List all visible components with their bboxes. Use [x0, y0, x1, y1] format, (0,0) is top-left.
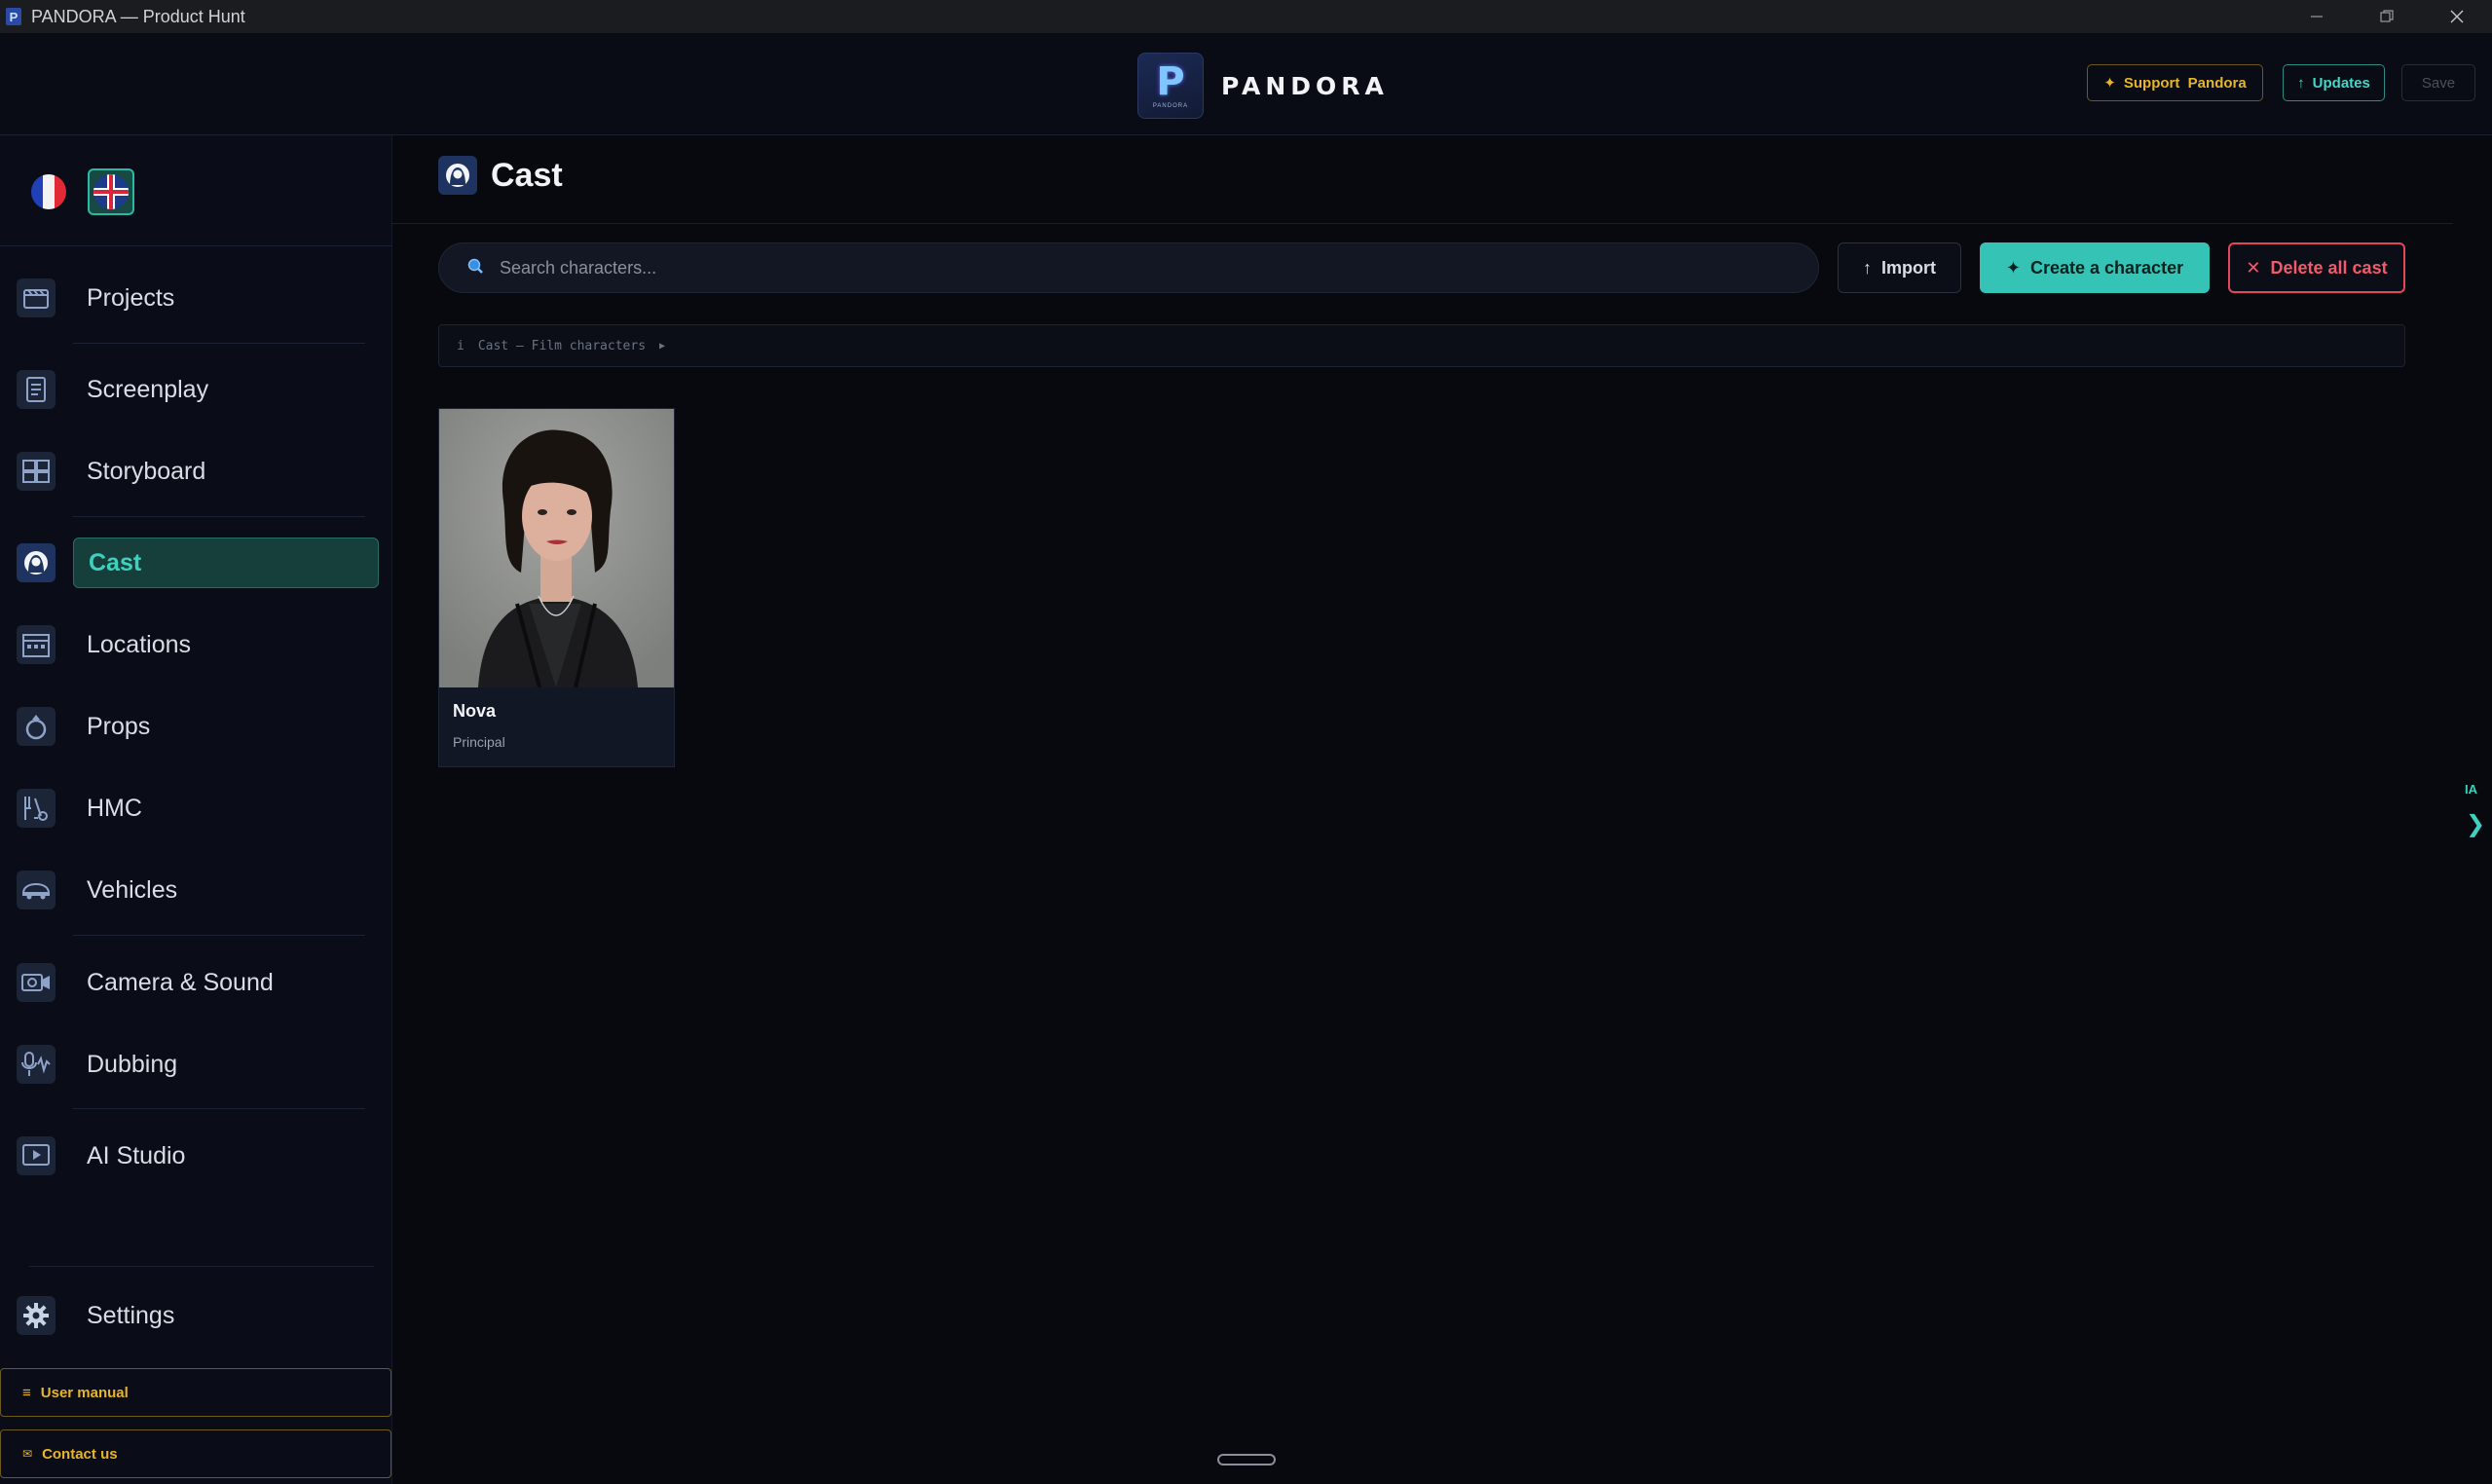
nav-divider: [73, 343, 365, 344]
arrow-up-icon: ↑: [2297, 74, 2305, 92]
sidebar-divider: [29, 1266, 374, 1267]
header-divider: [391, 223, 2453, 224]
sidebar-item-label: Dubbing: [87, 1050, 178, 1078]
contact-us-label: Contact us: [42, 1445, 118, 1463]
storyboard-icon: [17, 452, 56, 491]
info-text: Cast — Film characters: [477, 338, 647, 353]
projects-icon: [17, 278, 56, 317]
character-card[interactable]: Nova Principal: [438, 408, 675, 767]
sidebar-item-screenplay[interactable]: Screenplay: [0, 362, 391, 417]
character-role: Principal: [453, 734, 505, 750]
sidebar-item-label: Cast: [89, 548, 142, 576]
scroll-handle[interactable]: [1217, 1454, 1276, 1465]
save-button[interactable]: Save: [2401, 64, 2475, 101]
nav-divider: [73, 935, 365, 936]
sidebar-item-label: Screenplay: [87, 375, 209, 403]
contact-us-button[interactable]: ✉ Contact us: [0, 1429, 391, 1478]
ai-studio-icon: [17, 1136, 56, 1175]
window-titlebar: P PANDORA — Product Hunt: [0, 0, 2492, 33]
cast-icon: [438, 156, 477, 195]
info-banner[interactable]: i Cast — Film characters ▶: [438, 324, 2405, 367]
ai-panel-toggle-chevron-icon[interactable]: ❯: [2466, 810, 2485, 838]
nav-divider: [73, 1108, 365, 1109]
brand-name: PANDORA: [1221, 71, 1389, 100]
language-fr-button[interactable]: [25, 168, 72, 215]
sidebar-divider: [0, 245, 391, 246]
sparkle-icon: ✦: [2005, 257, 2021, 278]
sidebar-item-locations[interactable]: Locations: [0, 617, 391, 672]
gear-icon: [17, 1296, 56, 1335]
create-character-label: Create a character: [2029, 257, 2184, 278]
sidebar-item-ai-studio[interactable]: AI Studio: [0, 1129, 391, 1183]
sidebar: Projects Screenplay Storyboard Cast Loca…: [0, 135, 392, 1484]
cast-icon: [17, 543, 56, 582]
search-icon: [466, 257, 484, 279]
brand: P PANDORA PANDORA: [1137, 53, 1389, 119]
sparkle-icon: ✦: [2103, 75, 2116, 92]
ai-panel-label: IA: [2465, 782, 2477, 797]
uk-flag-icon: [93, 174, 129, 209]
pandora-logo-icon: P PANDORA: [1137, 53, 1204, 119]
page-header: Cast: [438, 156, 563, 195]
camera-sound-icon: [17, 963, 56, 1002]
sidebar-item-settings[interactable]: Settings: [0, 1288, 391, 1343]
sidebar-item-label: Vehicles: [87, 875, 178, 904]
import-label: Import: [1881, 257, 1936, 278]
sidebar-item-props[interactable]: Props: [0, 699, 391, 754]
sidebar-item-label: Props: [87, 712, 151, 740]
page-title: Cast: [491, 156, 563, 194]
delete-all-cast-button[interactable]: ✕ Delete all cast: [2228, 242, 2405, 293]
info-icon: i: [457, 338, 465, 353]
sidebar-item-label: AI Studio: [87, 1141, 186, 1169]
restore-icon[interactable]: [2353, 0, 2421, 33]
user-manual-label: User manual: [40, 1384, 129, 1401]
support-button[interactable]: ✦ Support Pandora: [2087, 64, 2263, 101]
sidebar-item-dubbing[interactable]: Dubbing: [0, 1037, 391, 1092]
nav-divider: [73, 516, 365, 517]
window-title: PANDORA — Product Hunt: [31, 6, 245, 26]
close-icon[interactable]: [2423, 0, 2491, 33]
updates-button[interactable]: ↑ Updates: [2283, 64, 2385, 101]
france-flag-icon: [31, 174, 66, 209]
sidebar-item-hmc[interactable]: HMC: [0, 781, 391, 835]
sidebar-item-label: HMC: [87, 794, 142, 822]
language-en-button[interactable]: [88, 168, 134, 215]
sidebar-item-label: Storyboard: [87, 457, 206, 485]
dubbing-icon: [17, 1045, 56, 1084]
sidebar-item-label: Camera & Sound: [87, 968, 274, 996]
delete-all-label: Delete all cast: [2270, 257, 2388, 278]
sidebar-item-storyboard[interactable]: Storyboard: [0, 444, 391, 499]
hmc-icon: [17, 789, 56, 828]
sidebar-item-camera-sound[interactable]: Camera & Sound: [0, 955, 391, 1010]
sidebar-item-projects[interactable]: Projects: [0, 271, 391, 325]
minimize-icon[interactable]: [2283, 0, 2351, 33]
user-manual-button[interactable]: ≡ User manual: [0, 1368, 391, 1417]
props-icon: [17, 707, 56, 746]
settings-label: Settings: [87, 1301, 175, 1329]
character-name: Nova: [453, 701, 497, 721]
menu-lines-icon: ≡: [22, 1384, 31, 1401]
search-input[interactable]: [498, 256, 1767, 279]
app-icon: P: [6, 8, 21, 25]
vehicles-icon: [17, 871, 56, 909]
x-icon: ✕: [2246, 257, 2261, 278]
sidebar-item-vehicles[interactable]: Vehicles: [0, 863, 391, 917]
updates-label: Updates: [2312, 74, 2370, 92]
locations-icon: [17, 625, 56, 664]
sidebar-item-label: Projects: [87, 283, 175, 312]
language-switcher: [25, 168, 134, 215]
support-label: Support Pandora: [2123, 74, 2247, 92]
expand-arrow-icon: ▶: [659, 340, 666, 352]
search-bar[interactable]: [438, 242, 1819, 293]
create-character-button[interactable]: ✦ Create a character: [1980, 242, 2210, 293]
character-portrait: [439, 409, 674, 687]
mail-icon: ✉: [22, 1447, 33, 1461]
arrow-up-icon: ↑: [1863, 257, 1872, 278]
sidebar-item-label: Locations: [87, 630, 192, 658]
save-label: Save: [2421, 74, 2456, 92]
import-button[interactable]: ↑ Import: [1838, 242, 1961, 293]
sidebar-item-cast[interactable]: Cast: [0, 536, 391, 590]
app-header: P PANDORA PANDORA ✦ Support Pandora ↑ Up…: [0, 33, 2492, 135]
screenplay-icon: [17, 370, 56, 409]
